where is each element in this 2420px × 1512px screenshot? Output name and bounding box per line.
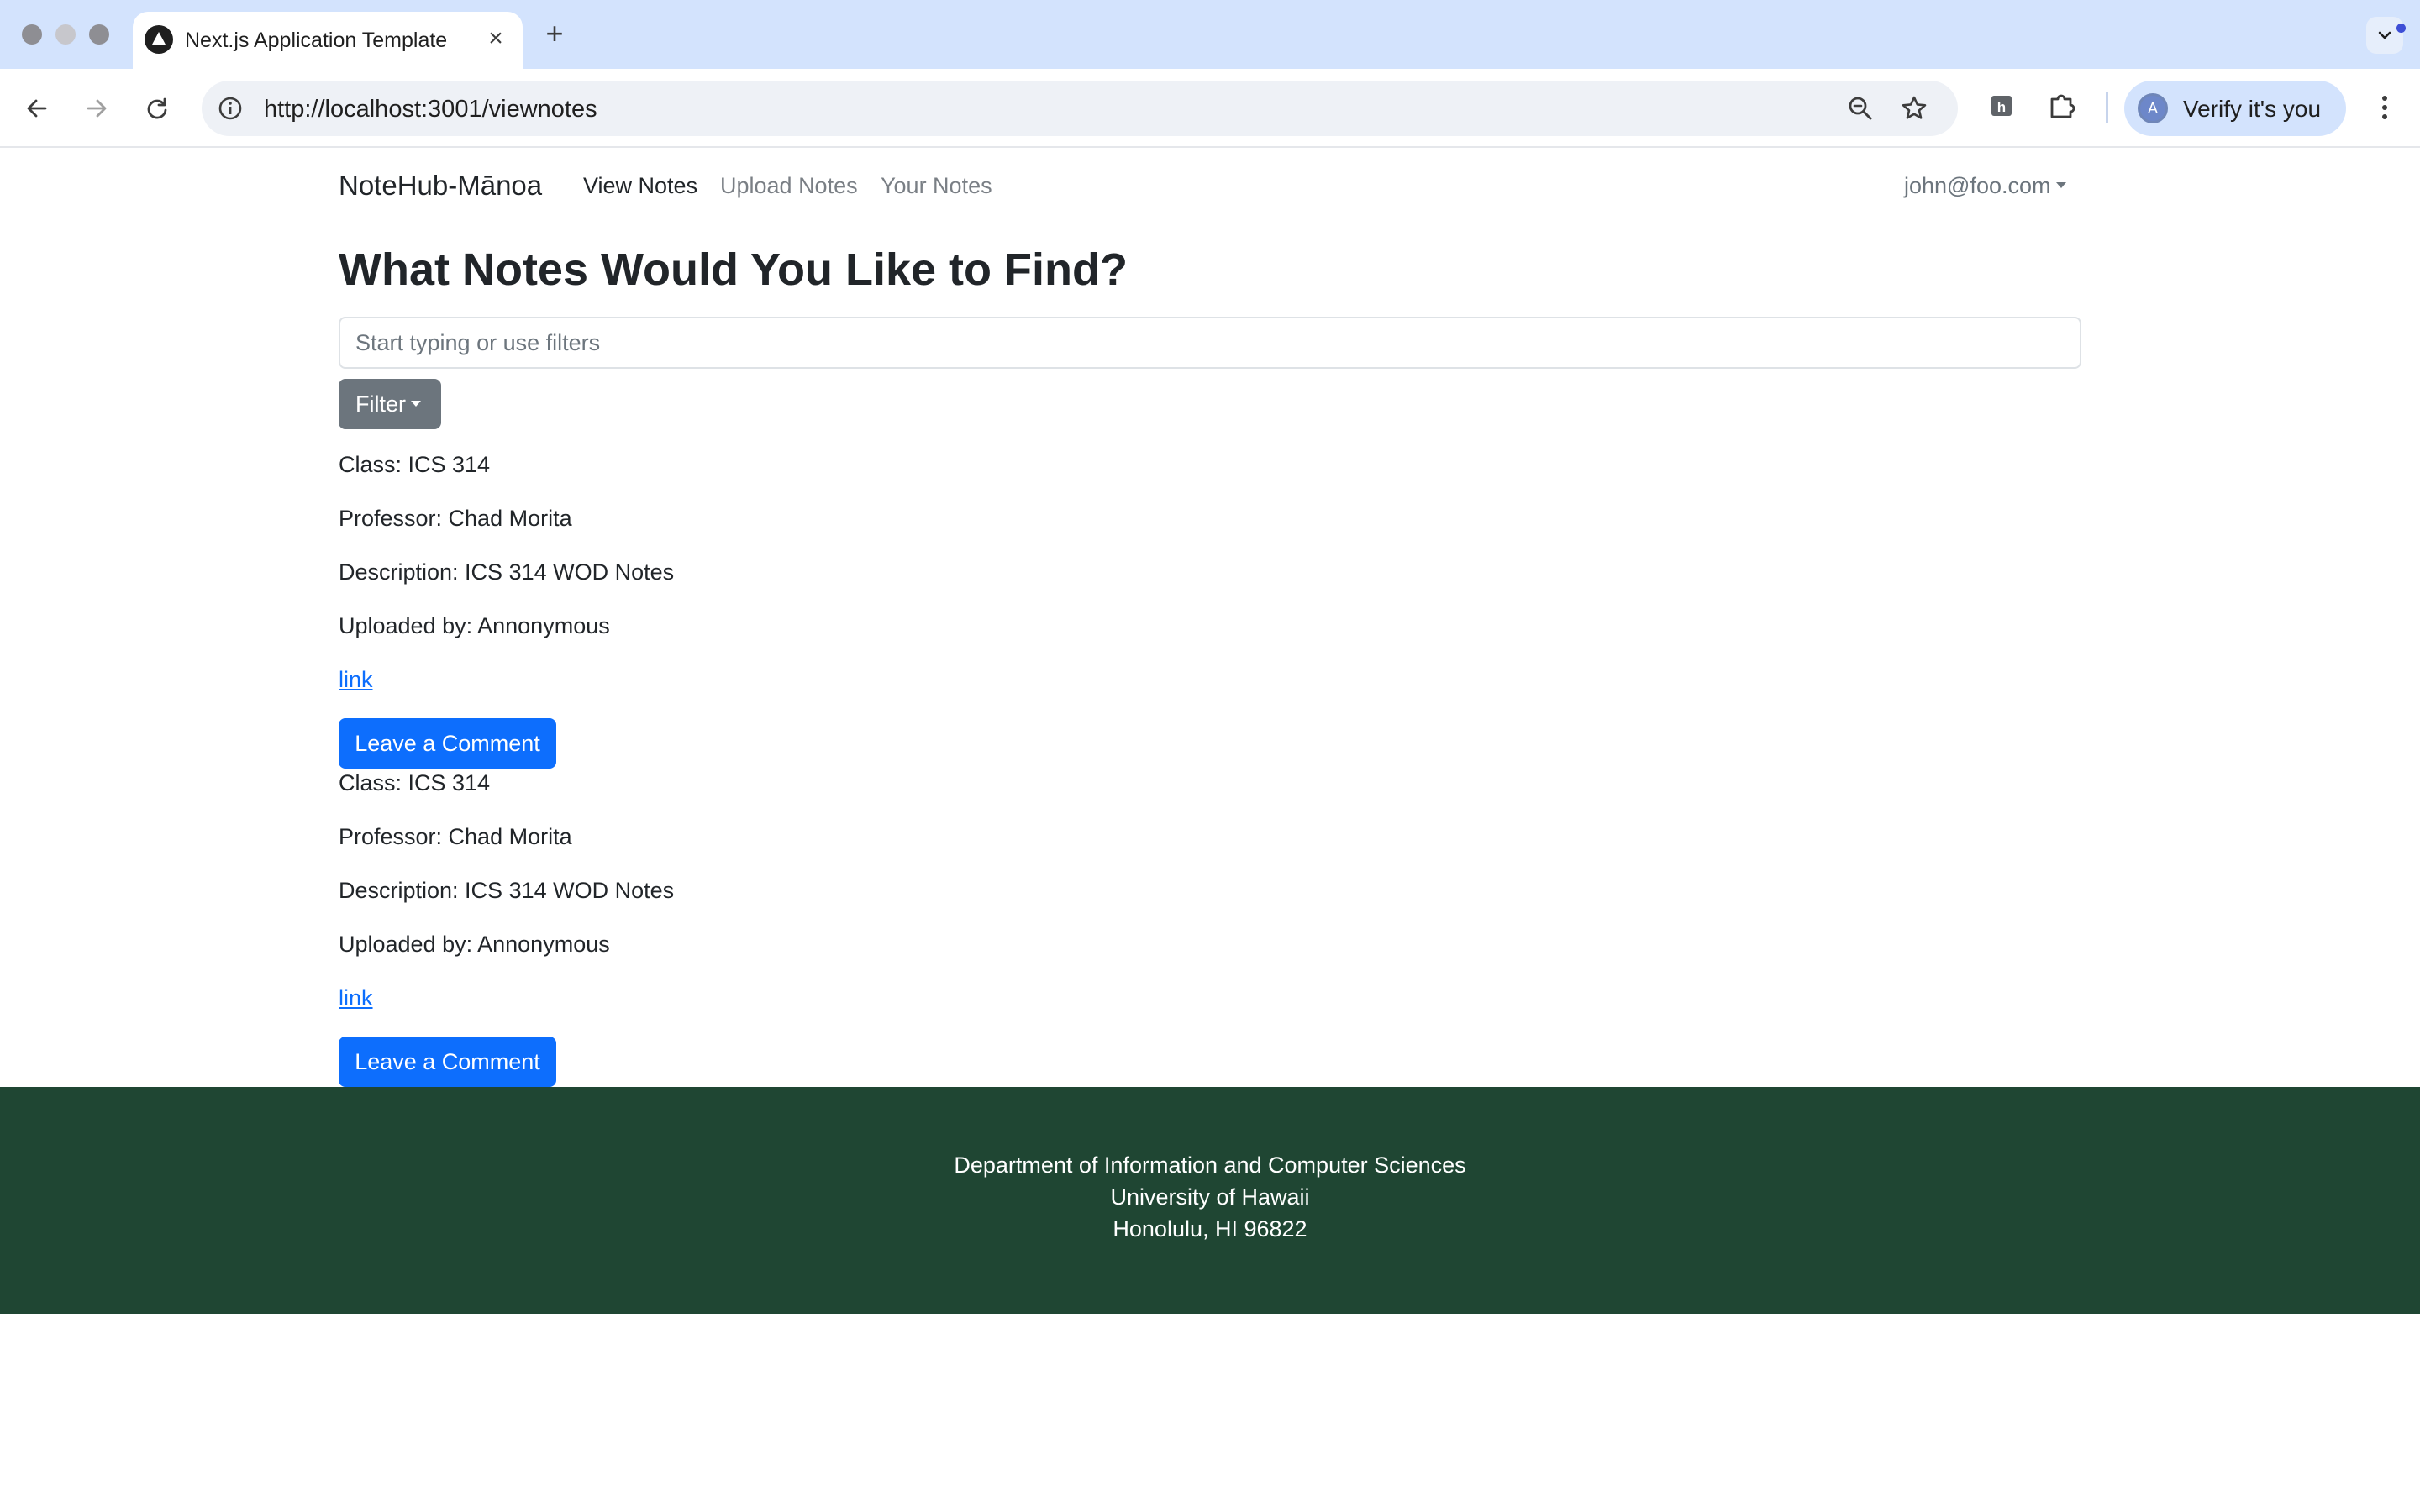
search-input[interactable]: [339, 317, 2081, 369]
footer-department: Department of Information and Computer S…: [954, 1152, 1466, 1178]
browser-tab[interactable]: Next.js Application Template ×: [133, 12, 523, 69]
note-uploader: Uploaded by: Annonymous: [339, 613, 610, 638]
reload-button[interactable]: [138, 89, 176, 128]
nav-view-notes[interactable]: View Notes: [583, 173, 697, 199]
user-dropdown[interactable]: john@foo.com: [1904, 173, 2066, 199]
tab-search-badge: [2396, 24, 2406, 33]
favicon-icon: [145, 25, 173, 54]
extension-icon: [2050, 94, 2075, 118]
zoom-button[interactable]: [1845, 93, 1876, 123]
browser-tab-bar: Next.js Application Template × +: [0, 0, 2420, 69]
note-professor: Professor: Chad Morita: [339, 824, 572, 849]
window-close-button[interactable]: [22, 24, 42, 45]
nav-upload-notes[interactable]: Upload Notes: [720, 173, 858, 199]
address-bar[interactable]: http://localhost:3001/viewnotes: [202, 81, 1958, 136]
zoom-icon: [1849, 97, 1872, 120]
chevron-down-icon: [411, 401, 421, 407]
footer-university: University of Hawaii: [1110, 1184, 1310, 1210]
bookmark-button[interactable]: [1899, 93, 1929, 123]
brand-link[interactable]: NoteHub-Mānoa: [339, 170, 542, 202]
page-title: What Notes Would You Like to Find?: [339, 244, 1128, 295]
note-description: Description: ICS 314 WOD Notes: [339, 559, 675, 585]
url-text[interactable]: http://localhost:3001/viewnotes: [264, 96, 597, 123]
forward-icon: [87, 99, 107, 118]
note-professor: Professor: Chad Morita: [339, 506, 572, 531]
note-link[interactable]: link: [339, 985, 373, 1011]
filter-dropdown-button[interactable]: Filter: [339, 379, 441, 429]
menu-icon-dot: [2382, 114, 2387, 119]
window-minimize-button[interactable]: [55, 24, 76, 45]
note-link[interactable]: link: [339, 667, 373, 693]
svg-text:h: h: [1997, 99, 2006, 115]
profile-avatar: A: [2138, 93, 2168, 123]
chevron-down-icon: [2055, 182, 2066, 189]
page-footer: Department of Information and Computer S…: [0, 1087, 2420, 1314]
tab-search-icon: [2378, 31, 2391, 39]
footer-address: Honolulu, HI 96822: [1113, 1216, 1307, 1242]
leave-comment-button[interactable]: Leave a Comment: [339, 1037, 556, 1087]
tab-search-button[interactable]: [2366, 17, 2406, 54]
profile-verify-button[interactable]: A Verify it's you: [2124, 81, 2346, 136]
nav-your-notes[interactable]: Your Notes: [881, 173, 992, 199]
tab-close-icon[interactable]: ×: [481, 24, 511, 54]
verify-label: Verify it's you: [2183, 96, 2322, 122]
note-class: Class: ICS 314: [339, 452, 491, 477]
toolbar-separator: [2106, 92, 2108, 123]
window-zoom-button[interactable]: [89, 24, 109, 45]
forward-button[interactable]: [77, 89, 116, 128]
note-uploader: Uploaded by: Annonymous: [339, 932, 610, 957]
bookmark-star-icon: [1902, 96, 1927, 119]
new-tab-icon[interactable]: +: [538, 17, 571, 50]
site-info-button[interactable]: [217, 95, 244, 122]
tab-title: Next.js Application Template: [185, 29, 448, 52]
extensions-button[interactable]: [2045, 89, 2079, 123]
site-info-icon: [218, 97, 242, 120]
leave-comment-button[interactable]: Leave a Comment: [339, 718, 556, 769]
reload-icon: [147, 97, 167, 119]
note-class: Class: ICS 314: [339, 770, 491, 795]
back-button[interactable]: [18, 89, 56, 128]
browser-menu-button[interactable]: [2368, 89, 2402, 126]
back-icon: [27, 99, 47, 118]
filter-label: Filter: [355, 391, 406, 417]
user-email: john@foo.com: [1904, 173, 2051, 198]
menu-icon-dot: [2382, 105, 2387, 110]
note-description: Description: ICS 314 WOD Notes: [339, 878, 675, 903]
honey-extension-button[interactable]: h: [1985, 89, 2018, 123]
menu-icon: [2382, 96, 2387, 101]
honey-extension-icon: h: [1991, 96, 2012, 116]
